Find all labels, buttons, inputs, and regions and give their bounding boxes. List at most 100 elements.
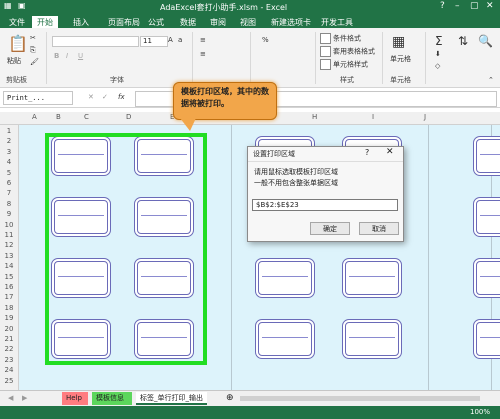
row-header-cell[interactable]: 23 [0,356,18,364]
column-header-cell[interactable]: I [372,113,374,121]
restore-icon[interactable]: ▢ [470,1,479,11]
italic-icon[interactable]: I [66,52,68,60]
cells-button[interactable]: 单元格 [390,54,411,64]
percent-icon[interactable]: % [262,36,269,44]
row-header-cell[interactable]: 1 [0,127,18,135]
tab-home[interactable]: 开始 [32,16,58,28]
range-input[interactable]: $B$2:$E$23 [252,199,398,211]
tab-view[interactable]: 视图 [235,16,261,28]
cancel-icon[interactable]: ✕ [88,93,94,101]
fx-icon[interactable]: fx [118,93,125,101]
ribbon-tabs: 文件 开始 插入 页面布局 公式 数据 审阅 视图 新建选项卡 开发工具 [0,14,500,28]
column-header-cell[interactable]: H [312,113,317,121]
row-header-cell[interactable]: 14 [0,262,18,270]
conditional-format-button[interactable]: 条件格式 [320,33,361,44]
row-header-cell[interactable]: 2 [0,137,18,145]
row-header-cell[interactable]: 18 [0,304,18,312]
help-icon[interactable]: ? [440,1,445,11]
cut-icon[interactable]: ✂ [30,34,36,42]
label-template-shape [473,136,500,176]
divider [315,32,316,84]
row-header-cell[interactable]: 22 [0,345,18,353]
clipboard-group-label: 剪贴板 [6,76,27,84]
align-icon[interactable]: ≡ [200,36,206,44]
sheet-tab-template-info[interactable]: 模板信息 [92,392,132,405]
paste-button[interactable]: 粘贴 [7,56,21,66]
fill-icon[interactable]: ⬇ [435,50,441,58]
ok-button[interactable]: 确定 [310,222,350,235]
tab-file[interactable]: 文件 [4,16,30,28]
tab-formulas[interactable]: 公式 [143,16,169,28]
cell-styles-button[interactable]: 单元格样式 [320,59,368,70]
format-as-table-button[interactable]: 套用表格格式 [320,46,375,57]
column-header-cell[interactable]: J [424,113,426,121]
dialog-close-icon[interactable]: ✕ [386,147,394,157]
row-header-cell[interactable]: 6 [0,179,18,187]
find-icon[interactable]: 🔍 [478,34,493,48]
row-header-cell[interactable]: 19 [0,314,18,322]
tab-data[interactable]: 数据 [175,16,201,28]
sum-icon[interactable]: Σ [435,34,443,48]
enter-icon[interactable]: ✓ [102,93,108,101]
row-header-cell[interactable]: 17 [0,293,18,301]
cancel-button[interactable]: 取消 [359,222,399,235]
column-header-cell[interactable]: B [56,113,61,121]
tab-insert[interactable]: 插入 [68,16,94,28]
row-header-cell[interactable]: 8 [0,200,18,208]
page-break-line [231,125,232,390]
set-print-area-dialog: 设置打印区域 ? ✕ 请用鼠标选取模板打印区域 一般不用包含整张单据区域 $B$… [247,146,404,242]
row-header-cell[interactable]: 21 [0,335,18,343]
row-header-cell[interactable]: 11 [0,231,18,239]
sheet-tab-label-output[interactable]: 标签_单行打印_输出 [136,392,207,405]
decrease-font-icon[interactable]: a [178,36,182,44]
sheet-tab-help[interactable]: Help [62,392,88,405]
column-header-cell[interactable]: D [126,113,131,121]
paste-icon[interactable]: 📋 [8,34,28,53]
add-sheet-icon[interactable]: ⊕ [222,392,238,405]
bold-icon[interactable]: B [54,52,59,60]
annotation-callout: 模板打印区域，其中的数据将被打印。 [173,82,277,120]
tab-page-layout[interactable]: 页面布局 [103,16,145,28]
font-name-select[interactable] [52,36,139,47]
underline-icon[interactable]: U [78,52,83,60]
next-sheet-icon[interactable]: ▶ [18,392,31,405]
row-header-cell[interactable]: 20 [0,325,18,333]
save-icon[interactable]: ▣ [18,1,26,10]
row-header-cell[interactable]: 15 [0,273,18,281]
tab-new[interactable]: 新建选项卡 [266,16,316,28]
format-painter-icon[interactable]: 🖌 [30,58,39,66]
clear-icon[interactable]: ◇ [435,62,440,70]
row-header-cell[interactable]: 4 [0,158,18,166]
row-header-cell[interactable]: 10 [0,221,18,229]
row-header-cell[interactable]: 24 [0,366,18,374]
row-header-cell[interactable]: 5 [0,169,18,177]
copy-icon[interactable]: ⎘ [30,46,36,55]
name-box[interactable]: Print_... [3,91,73,105]
row-header-cell[interactable]: 16 [0,283,18,291]
zoom-level[interactable]: 100% [470,408,490,416]
column-header-cell[interactable]: A [32,113,37,121]
horizontal-scrollbar[interactable] [240,392,480,405]
increase-font-icon[interactable]: A [168,36,173,44]
prev-sheet-icon[interactable]: ◀ [4,392,17,405]
cells-icon[interactable]: ▦ [392,34,405,50]
label-template-shape [473,319,500,359]
row-header-cell[interactable]: 12 [0,241,18,249]
dialog-help-icon[interactable]: ? [365,148,369,157]
align-center-icon[interactable]: ≡ [200,50,206,58]
minimize-icon[interactable]: – [455,1,460,11]
row-header-cell[interactable]: 3 [0,148,18,156]
tab-developer[interactable]: 开发工具 [316,16,358,28]
row-header-cell[interactable]: 7 [0,189,18,197]
row-header-cell[interactable]: 25 [0,377,18,385]
collapse-ribbon-icon[interactable]: ⌃ [488,76,494,84]
font-size-select[interactable]: 11 [140,36,168,47]
row-header-cell[interactable]: 13 [0,252,18,260]
tab-review[interactable]: 审阅 [205,16,231,28]
excel-logo-icon: ▦ [4,1,12,10]
row-header-cell[interactable]: 9 [0,210,18,218]
callout-pointer [180,118,196,131]
column-header-cell[interactable]: C [84,113,89,121]
close-icon[interactable]: ✕ [486,1,494,11]
sort-filter-icon[interactable]: ⇅ [458,34,468,48]
